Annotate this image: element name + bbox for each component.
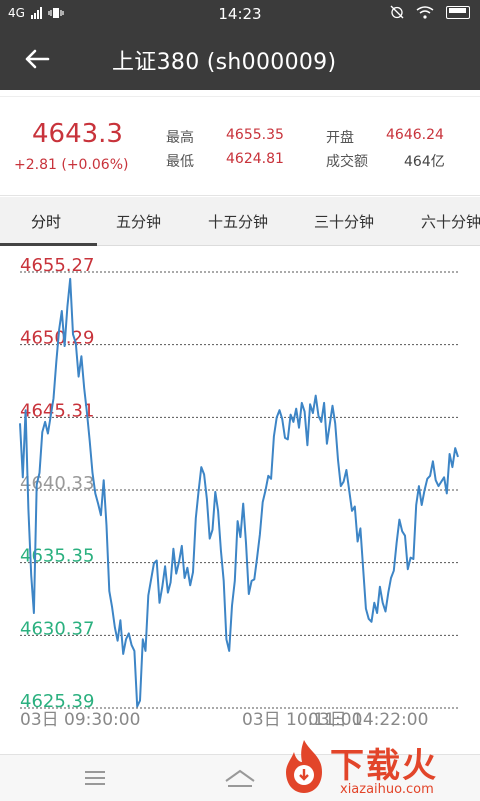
last-price: 4643.3 xyxy=(32,119,123,149)
price-change: +2.81 (+0.06%) xyxy=(14,157,129,173)
watermark-url: xiazaihuo.com xyxy=(340,782,434,797)
quote-summary: 4643.3 +2.81 (+0.06%) 最高 4655.35 最低 4624… xyxy=(0,96,480,196)
y-tick-label: 4645.31 xyxy=(20,400,94,421)
y-tick-label: 4640.33 xyxy=(20,473,94,494)
tab-30min[interactable]: 三十分钟 xyxy=(314,211,374,232)
watermark: 下载火 xiazaihuo.com xyxy=(278,736,478,800)
flame-logo-icon xyxy=(286,740,322,793)
chart-svg: 4655.274650.294645.314640.334635.354630.… xyxy=(19,255,460,730)
home-icon[interactable] xyxy=(222,765,258,791)
battery-icon xyxy=(446,5,470,19)
open-value: 4646.24 xyxy=(386,127,444,143)
x-axis-label: 03日 14:22:00 xyxy=(308,710,428,730)
intraday-chart[interactable]: 4655.27 4650.29 4645.31 4640.33 4635.35 4630.… xyxy=(0,250,480,754)
tab-60min[interactable]: 六十分钟 xyxy=(421,211,480,232)
low-label: 最低 xyxy=(166,154,194,170)
app-bar: 上证380 (sh000009) xyxy=(0,28,480,90)
y-tick-label: 4625.39 xyxy=(20,691,94,712)
tab-5min[interactable]: 五分钟 xyxy=(116,211,161,232)
high-value: 4655.35 xyxy=(226,127,284,143)
status-bar: 4G 14:23 xyxy=(0,0,480,28)
wifi-icon xyxy=(416,5,434,19)
turnover-label: 成交额 xyxy=(326,154,368,170)
y-tick-label: 4630.37 xyxy=(20,618,94,639)
period-tabs: 分时 五分钟 十五分钟 三十分钟 六十分钟 xyxy=(0,197,480,246)
tab-intraday[interactable]: 分时 xyxy=(31,211,61,232)
active-tab-indicator xyxy=(0,243,97,246)
y-tick-label: 4655.27 xyxy=(20,255,94,276)
menu-icon[interactable] xyxy=(80,765,110,791)
high-label: 最高 xyxy=(166,130,194,146)
status-right xyxy=(390,5,470,19)
turnover-value: 464亿 xyxy=(404,154,445,170)
open-label: 开盘 xyxy=(326,130,354,146)
back-arrow-icon[interactable] xyxy=(22,44,52,74)
tab-15min[interactable]: 十五分钟 xyxy=(208,211,268,232)
page-title: 上证380 (sh000009) xyxy=(112,50,337,75)
watermark-text: 下载火 xyxy=(330,746,438,786)
low-value: 4624.81 xyxy=(226,151,284,167)
alarm-off-icon xyxy=(390,5,404,19)
x-axis-label: 03日 09:30:00 xyxy=(20,710,140,730)
